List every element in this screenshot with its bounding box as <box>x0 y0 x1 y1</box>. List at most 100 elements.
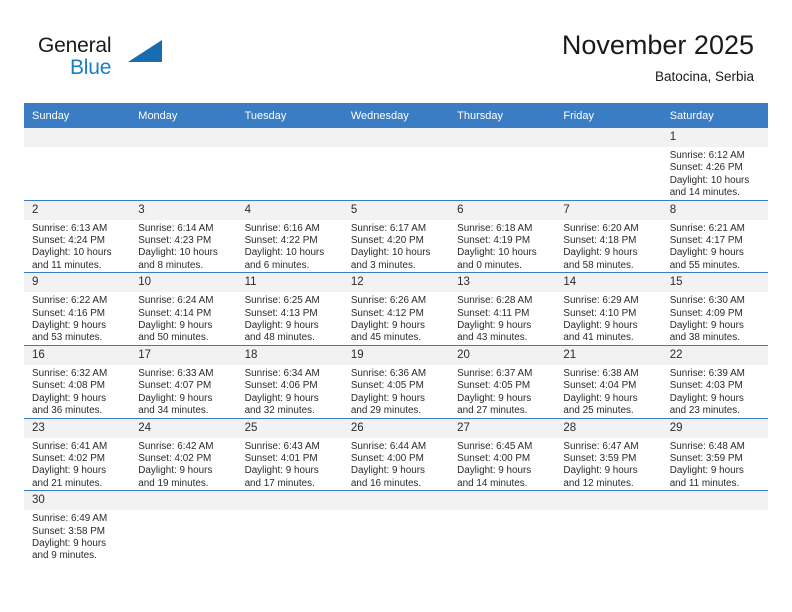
sun-times-text: Sunrise: 6:24 AM Sunset: 4:14 PM Dayligh… <box>138 295 214 344</box>
general-blue-logo[interactable]: General Blue <box>38 34 238 90</box>
sun-times-text: Sunrise: 6:14 AM Sunset: 4:23 PM Dayligh… <box>138 222 218 271</box>
day-number: 12 <box>342 273 450 293</box>
weekday-header-tuesday: Tuesday <box>236 103 343 128</box>
calendar-day-cell[interactable]: 1 Sunrise: 6:12 AM Sunset: 4:26 PM Daylig… <box>661 128 768 201</box>
calendar-day-cell-inner <box>555 128 662 200</box>
calendar-day-cell[interactable]: 23 Sunrise: 6:41 AM Sunset: 4:02 PM Dayli… <box>24 417 131 491</box>
day-number: 18 <box>236 345 343 365</box>
calendar-day-cell[interactable]: 5 Sunrise: 6:17 AM Sunset: 4:20 PM Daylig… <box>342 199 450 273</box>
calendar-day-cell-inner: 1 Sunrise: 6:12 AM Sunset: 4:26 PM Daylig… <box>661 128 768 200</box>
sun-times-text: Sunrise: 6:18 AM Sunset: 4:19 PM Dayligh… <box>457 222 537 271</box>
calendar-day-cell[interactable]: 27 Sunrise: 6:45 AM Sunset: 4:00 PM Dayli… <box>449 417 556 491</box>
sun-times-text: Sunrise: 6:30 AM Sunset: 4:09 PM Dayligh… <box>669 295 745 344</box>
calendar-day-cell[interactable]: 22 Sunrise: 6:39 AM Sunset: 4:03 PM Dayli… <box>661 344 768 418</box>
sun-times-text: Sunrise: 6:17 AM Sunset: 4:20 PM Dayligh… <box>350 222 431 271</box>
calendar-day-cell-inner: 5 Sunrise: 6:17 AM Sunset: 4:20 PM Daylig… <box>342 200 450 273</box>
calendar-day-cell-empty <box>130 128 237 201</box>
calendar-day-cell-inner: 28 Sunrise: 6:47 AM Sunset: 3:59 PM Dayli… <box>555 418 662 491</box>
calendar-day-cell-inner: 17 Sunrise: 6:33 AM Sunset: 4:07 PM Dayli… <box>130 345 237 418</box>
calendar-day-cell[interactable]: 15 Sunrise: 6:30 AM Sunset: 4:09 PM Dayli… <box>661 272 768 346</box>
calendar-week-row: 30 Sunrise: 6:49 AM Sunset: 3:58 PM Dayli… <box>24 490 768 563</box>
day-number <box>342 491 450 511</box>
calendar-day-cell-empty <box>449 490 556 563</box>
calendar-day-cell[interactable]: 20 Sunrise: 6:37 AM Sunset: 4:05 PM Dayli… <box>449 344 556 418</box>
sun-times-text: Sunrise: 6:22 AM Sunset: 4:16 PM Dayligh… <box>32 295 108 344</box>
calendar-day-cell-inner: 4 Sunrise: 6:16 AM Sunset: 4:22 PM Daylig… <box>236 200 343 273</box>
title-block: November 2025 Batocina, Serbia <box>562 28 754 88</box>
calendar-day-cell-inner: 12 Sunrise: 6:26 AM Sunset: 4:12 PM Dayli… <box>342 273 450 345</box>
calendar-day-cell[interactable]: 21 Sunrise: 6:38 AM Sunset: 4:04 PM Dayli… <box>555 344 662 418</box>
sun-times-text: Sunrise: 6:13 AM Sunset: 4:24 PM Dayligh… <box>32 222 112 271</box>
calendar-day-cell-inner <box>130 491 237 563</box>
calendar-day-cell[interactable]: 4 Sunrise: 6:16 AM Sunset: 4:22 PM Daylig… <box>236 199 343 273</box>
calendar-day-cell[interactable]: 7 Sunrise: 6:20 AM Sunset: 4:18 PM Daylig… <box>555 199 662 273</box>
calendar-day-cell[interactable]: 30 Sunrise: 6:49 AM Sunset: 3:58 PM Dayli… <box>24 490 131 563</box>
day-number: 16 <box>24 345 131 365</box>
calendar-day-cell-empty <box>236 490 343 563</box>
calendar-day-cell[interactable]: 9 Sunrise: 6:22 AM Sunset: 4:16 PM Daylig… <box>24 272 131 346</box>
day-number: 30 <box>24 491 131 511</box>
day-number <box>342 128 450 147</box>
calendar-day-cell-inner <box>342 491 450 563</box>
sun-times-text: Sunrise: 6:37 AM Sunset: 4:05 PM Dayligh… <box>457 367 533 417</box>
calendar-day-cell[interactable]: 13 Sunrise: 6:28 AM Sunset: 4:11 PM Dayli… <box>449 272 556 346</box>
calendar-day-cell[interactable]: 29 Sunrise: 6:48 AM Sunset: 3:59 PM Dayli… <box>661 417 768 491</box>
calendar-day-cell[interactable]: 19 Sunrise: 6:36 AM Sunset: 4:05 PM Dayli… <box>342 344 450 418</box>
sun-times-text: Sunrise: 6:12 AM Sunset: 4:26 PM Dayligh… <box>669 150 750 199</box>
calendar-day-cell[interactable]: 18 Sunrise: 6:34 AM Sunset: 4:06 PM Dayli… <box>236 344 343 418</box>
sun-times-text: Sunrise: 6:29 AM Sunset: 4:10 PM Dayligh… <box>563 295 639 344</box>
day-number <box>236 128 343 147</box>
weekday-header-monday: Monday <box>130 103 237 128</box>
calendar-day-cell[interactable]: 24 Sunrise: 6:42 AM Sunset: 4:02 PM Dayli… <box>130 417 237 491</box>
calendar-day-cell[interactable]: 8 Sunrise: 6:21 AM Sunset: 4:17 PM Daylig… <box>661 199 768 273</box>
calendar-day-cell-inner: 22 Sunrise: 6:39 AM Sunset: 4:03 PM Dayli… <box>661 345 768 418</box>
calendar-day-cell-inner: 8 Sunrise: 6:21 AM Sunset: 4:17 PM Daylig… <box>661 200 768 273</box>
day-number <box>130 128 237 147</box>
calendar-day-cell-inner: 21 Sunrise: 6:38 AM Sunset: 4:04 PM Dayli… <box>555 345 662 418</box>
day-number: 2 <box>24 200 131 220</box>
calendar-day-cell[interactable]: 28 Sunrise: 6:47 AM Sunset: 3:59 PM Dayli… <box>555 417 662 491</box>
calendar-day-cell[interactable]: 3 Sunrise: 6:14 AM Sunset: 4:23 PM Daylig… <box>130 199 237 273</box>
sun-times-text: Sunrise: 6:49 AM Sunset: 3:58 PM Dayligh… <box>32 513 108 562</box>
calendar-day-cell-empty <box>130 490 237 563</box>
calendar-day-cell-inner <box>342 128 450 200</box>
location-subtitle: Batocina, Serbia <box>654 69 754 84</box>
calendar-day-cell[interactable]: 10 Sunrise: 6:24 AM Sunset: 4:14 PM Dayli… <box>130 272 237 346</box>
brand-name-general: General <box>38 34 112 57</box>
calendar-day-cell[interactable]: 14 Sunrise: 6:29 AM Sunset: 4:10 PM Dayli… <box>555 272 662 346</box>
calendar-day-cell[interactable]: 25 Sunrise: 6:43 AM Sunset: 4:01 PM Dayli… <box>236 417 343 491</box>
calendar-day-cell[interactable]: 2 Sunrise: 6:13 AM Sunset: 4:24 PM Daylig… <box>24 199 131 273</box>
calendar-day-cell-inner: 25 Sunrise: 6:43 AM Sunset: 4:01 PM Dayli… <box>236 418 343 491</box>
day-number: 25 <box>236 418 343 438</box>
sun-times-text: Sunrise: 6:33 AM Sunset: 4:07 PM Dayligh… <box>138 367 214 417</box>
calendar-day-cell[interactable]: 11 Sunrise: 6:25 AM Sunset: 4:13 PM Dayli… <box>236 272 343 346</box>
calendar-day-cell[interactable]: 16 Sunrise: 6:32 AM Sunset: 4:08 PM Dayli… <box>24 344 131 418</box>
triangle-flag-icon <box>128 40 162 62</box>
calendar-day-cell-empty <box>449 128 556 201</box>
calendar-day-cell-inner: 7 Sunrise: 6:20 AM Sunset: 4:18 PM Daylig… <box>555 200 662 273</box>
calendar-day-cell[interactable]: 6 Sunrise: 6:18 AM Sunset: 4:19 PM Daylig… <box>449 199 556 273</box>
sun-times-text: Sunrise: 6:39 AM Sunset: 4:03 PM Dayligh… <box>669 367 745 417</box>
day-number: 14 <box>555 273 662 293</box>
calendar-day-cell-empty <box>555 490 662 563</box>
day-number <box>555 128 662 147</box>
sun-times-text: Sunrise: 6:41 AM Sunset: 4:02 PM Dayligh… <box>32 440 108 489</box>
calendar-day-cell-inner: 3 Sunrise: 6:14 AM Sunset: 4:23 PM Daylig… <box>130 200 237 273</box>
day-number: 1 <box>661 128 768 147</box>
calendar-day-cell-empty <box>236 128 343 201</box>
calendar-day-cell-inner: 26 Sunrise: 6:44 AM Sunset: 4:00 PM Dayli… <box>342 418 450 491</box>
calendar-day-cell[interactable]: 12 Sunrise: 6:26 AM Sunset: 4:12 PM Dayli… <box>342 272 450 346</box>
sun-times-text: Sunrise: 6:20 AM Sunset: 4:18 PM Dayligh… <box>563 222 639 271</box>
day-number <box>24 128 131 147</box>
day-number: 8 <box>661 200 768 220</box>
sun-times-text: Sunrise: 6:47 AM Sunset: 3:59 PM Dayligh… <box>563 440 639 489</box>
day-number: 9 <box>24 273 131 293</box>
calendar-day-cell-inner: 23 Sunrise: 6:41 AM Sunset: 4:02 PM Dayli… <box>24 418 131 491</box>
day-number: 20 <box>449 345 556 365</box>
calendar-week-row: 2 Sunrise: 6:13 AM Sunset: 4:24 PM Daylig… <box>24 199 768 273</box>
day-number: 21 <box>555 345 662 365</box>
calendar-day-cell[interactable]: 26 Sunrise: 6:44 AM Sunset: 4:00 PM Dayli… <box>342 417 450 491</box>
calendar-day-cell[interactable]: 17 Sunrise: 6:33 AM Sunset: 4:07 PM Dayli… <box>130 344 237 418</box>
day-number: 11 <box>236 273 343 293</box>
calendar-day-cell-inner <box>449 491 556 563</box>
